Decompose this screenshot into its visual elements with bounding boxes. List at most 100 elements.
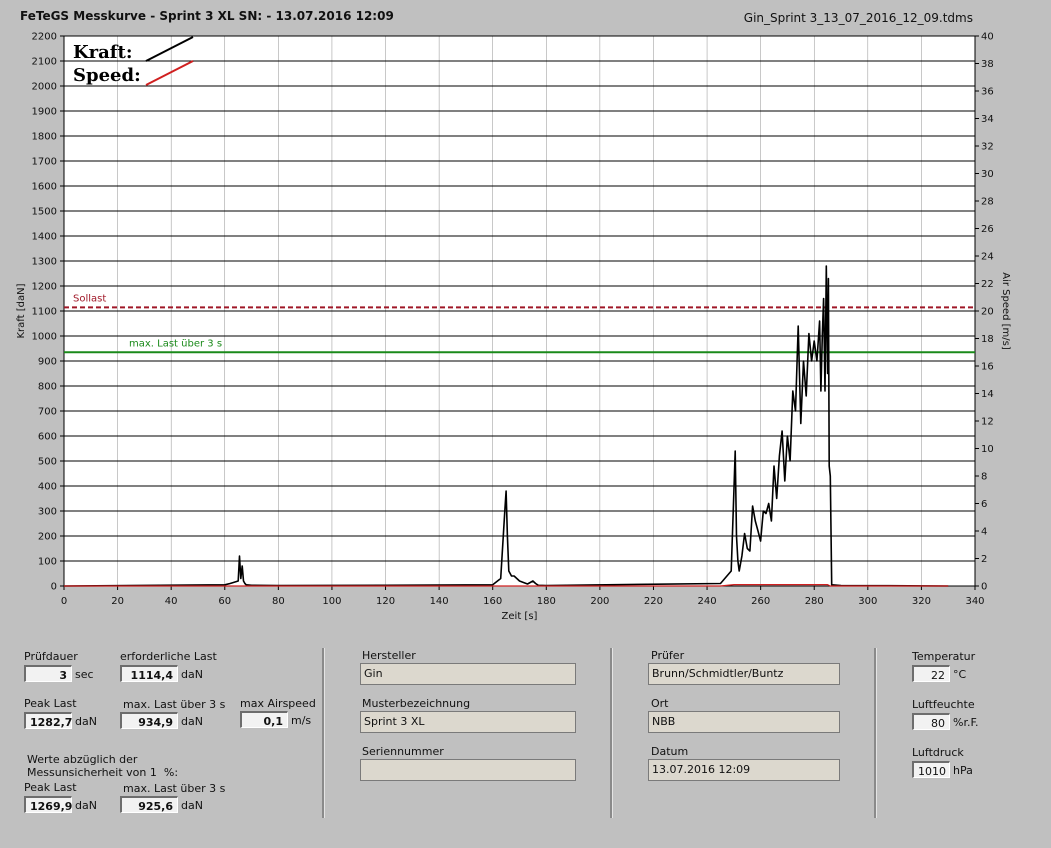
- pruefer-label: Prüfer: [651, 649, 685, 662]
- y2-tick-label: 26: [981, 224, 994, 235]
- serien-label: Seriennummer: [362, 745, 444, 758]
- y2-tick-label: 6: [981, 499, 987, 510]
- separator: [322, 648, 325, 818]
- y-tick-label: 1500: [32, 207, 57, 218]
- y-tick-label: 2200: [32, 32, 57, 43]
- x-tick-label: 120: [376, 596, 395, 607]
- temperatur-value: 22: [912, 665, 950, 682]
- y-tick-label: 0: [51, 582, 57, 593]
- peak-last-unit: daN: [75, 715, 97, 728]
- uncertainty-note: Werte abzüglich der Messunsicherheit von…: [27, 753, 179, 779]
- luftdruck-value: 1010: [912, 761, 950, 778]
- luftfeuchte-label: Luftfeuchte: [912, 698, 975, 711]
- x-tick-label: 320: [912, 596, 931, 607]
- max-last-2-label: max. Last über 3 s: [123, 782, 226, 795]
- y-tick-label: 300: [38, 507, 57, 518]
- chart-area: 0100200300400500600700800900100011001200…: [16, 32, 1011, 623]
- peak-last-2-unit: daN: [75, 799, 97, 812]
- y2-tick-label: 24: [981, 252, 994, 263]
- y2-tick-label: 2: [981, 554, 987, 565]
- y-tick-label: 1100: [32, 307, 57, 318]
- ort-field: NBB: [648, 711, 840, 733]
- pruefdauer-unit: sec: [75, 668, 94, 681]
- peak-last-label: Peak Last: [24, 697, 77, 710]
- hersteller-label: Hersteller: [362, 649, 416, 662]
- x-tick-label: 300: [858, 596, 877, 607]
- max-airspeed-unit: m/s: [291, 714, 312, 727]
- y2-tick-label: 36: [981, 87, 994, 98]
- x-tick-label: 240: [698, 596, 717, 607]
- y-tick-label: 1300: [32, 257, 57, 268]
- pruefdauer-label: Prüfdauer: [24, 650, 78, 663]
- erforderliche-last-unit: daN: [181, 668, 203, 681]
- muster-label: Musterbezeichnung: [362, 697, 471, 710]
- y2-tick-label: 0: [981, 582, 987, 593]
- y-tick-label: 1900: [32, 107, 57, 118]
- y-tick-label: 800: [38, 382, 57, 393]
- max-last-2-value: 925,6: [120, 796, 178, 813]
- max-last-label: max. Last über 3 s: [123, 698, 226, 711]
- erforderliche-last-value: 1114,4: [120, 665, 178, 682]
- y2-tick-label: 28: [981, 197, 994, 208]
- peak-last-value: 1282,7: [24, 712, 72, 729]
- serien-field: [360, 759, 576, 781]
- max-last-value: 934,9: [120, 712, 178, 729]
- max-airspeed-label: max Airspeed: [240, 697, 316, 710]
- luftdruck-label: Luftdruck: [912, 746, 964, 759]
- legend-label-speed: Speed:: [73, 65, 141, 86]
- x-tick-label: 180: [537, 596, 556, 607]
- x-tick-label: 40: [165, 596, 178, 607]
- x-tick-label: 100: [322, 596, 341, 607]
- separator: [610, 648, 613, 818]
- y2-tick-label: 20: [981, 307, 994, 318]
- y-tick-label: 100: [38, 557, 57, 568]
- y2-tick-label: 38: [981, 59, 994, 70]
- erforderliche-last-label: erforderliche Last: [120, 650, 217, 663]
- y-tick-label: 900: [38, 357, 57, 368]
- max-last-2-unit: daN: [181, 799, 203, 812]
- x-tick-label: 20: [111, 596, 124, 607]
- y2-tick-label: 8: [981, 472, 987, 483]
- y2-tick-label: 34: [981, 114, 994, 125]
- chart-grid: [63, 35, 976, 587]
- x-axis-label: Zeit [s]: [502, 611, 538, 622]
- max-last-ref-label: max. Last über 3 s: [129, 338, 222, 349]
- x-tick-label: 160: [483, 596, 502, 607]
- y-tick-label: 2000: [32, 82, 57, 93]
- x-tick-label: 220: [644, 596, 663, 607]
- y-tick-label: 1800: [32, 132, 57, 143]
- y-tick-label: 2100: [32, 57, 57, 68]
- y-tick-label: 700: [38, 407, 57, 418]
- y-tick-label: 1200: [32, 282, 57, 293]
- hersteller-field: Gin: [360, 663, 576, 685]
- x-tick-label: 60: [218, 596, 231, 607]
- y2-tick-label: 40: [981, 32, 994, 43]
- y-tick-label: 200: [38, 532, 57, 543]
- temperatur-unit: °C: [953, 668, 967, 681]
- y-tick-label: 1700: [32, 157, 57, 168]
- muster-field: Sprint 3 XL: [360, 711, 576, 733]
- pruefdauer-value: 3: [24, 665, 72, 682]
- x-tick-label: 280: [805, 596, 824, 607]
- temperatur-label: Temperatur: [912, 650, 976, 663]
- y2-tick-label: 16: [981, 362, 994, 373]
- separator: [874, 648, 877, 818]
- peak-last-2-label: Peak Last: [24, 781, 77, 794]
- y-tick-label: 400: [38, 482, 57, 493]
- luftfeuchte-value: 80: [912, 713, 950, 730]
- datum-label: Datum: [651, 745, 689, 758]
- legend-label-kraft: Kraft:: [73, 42, 133, 63]
- y2-tick-label: 10: [981, 444, 994, 455]
- y2-tick-label: 32: [981, 142, 994, 153]
- luftdruck-unit: hPa: [953, 764, 973, 777]
- y2-axis-label: Air Speed [m/s]: [1000, 272, 1011, 350]
- max-last-unit: daN: [181, 715, 203, 728]
- ort-label: Ort: [651, 697, 669, 710]
- y2-tick-label: 4: [981, 527, 987, 538]
- peak-last-2-value: 1269,9: [24, 796, 72, 813]
- y-tick-label: 1000: [32, 332, 57, 343]
- y2-tick-label: 30: [981, 169, 994, 180]
- x-tick-label: 0: [61, 596, 67, 607]
- x-tick-label: 260: [751, 596, 770, 607]
- max-airspeed-value: 0,1: [240, 711, 288, 728]
